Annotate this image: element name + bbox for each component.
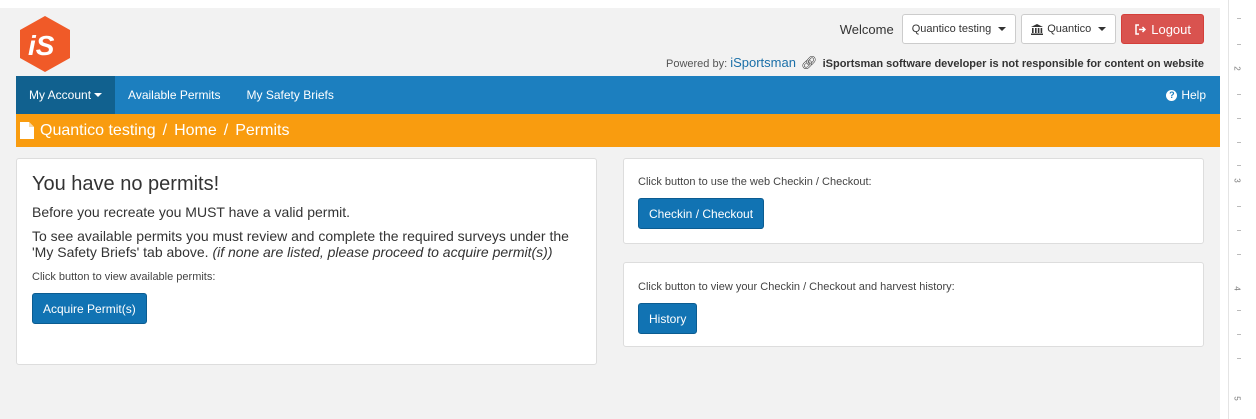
user-controls: Welcome Quantico testing Quantico Logout	[840, 14, 1204, 44]
breadcrumb-separator: /	[162, 121, 168, 139]
bank-icon	[1031, 23, 1044, 35]
caret-down-icon	[94, 93, 103, 97]
help-link[interactable]: ? Help	[1152, 76, 1220, 114]
header: iS Welcome Quantico testing Quantico Log…	[0, 0, 1220, 76]
nav-my-account[interactable]: My Account	[16, 76, 116, 114]
welcome-text: Welcome	[839, 21, 894, 37]
ruler-tick	[1237, 94, 1241, 95]
checkin-panel: Click button to use the web Checkin / Ch…	[623, 158, 1204, 244]
nav-my-safety-briefs[interactable]: My Safety Briefs	[234, 76, 347, 114]
ruler-tick	[1237, 230, 1241, 231]
ruler-number: 2	[1232, 66, 1242, 71]
caret-down-icon	[998, 27, 1007, 31]
ruler-tick	[1237, 18, 1241, 19]
ruler-tick	[1237, 44, 1241, 45]
acquire-permits-button[interactable]: Acquire Permit(s)	[32, 293, 147, 324]
svg-text:iS: iS	[28, 30, 55, 61]
breadcrumb-site[interactable]: Quantico testing	[40, 122, 156, 140]
panel-title: You have no permits!	[32, 173, 220, 195]
logout-label: Logout	[1151, 21, 1191, 37]
permit-required-text: Before you recreate you MUST have a vali…	[32, 204, 351, 220]
no-permits-panel: You have no permits! Before you recreate…	[16, 158, 597, 365]
file-icon	[20, 122, 34, 139]
checkin-instruction: Click button to use the web Checkin / Ch…	[638, 176, 872, 188]
disclaimer-text: iSportsman software developer is not res…	[822, 58, 1204, 70]
site-menu-label: Quantico	[1047, 23, 1092, 35]
checkin-checkout-button[interactable]: Checkin / Checkout	[638, 198, 765, 229]
ruler-tick	[1237, 358, 1241, 359]
vertical-ruler: 2 3 4 5	[1228, 0, 1256, 419]
breadcrumb-separator: /	[223, 121, 229, 139]
caret-down-icon	[1098, 27, 1107, 31]
surveys-instruction: To see available permits you must review…	[32, 228, 581, 260]
user-menu-button[interactable]: Quantico testing	[901, 14, 1017, 44]
ruler-tick	[1237, 310, 1241, 311]
ruler-number: 3	[1232, 178, 1242, 183]
logout-button[interactable]: Logout	[1121, 14, 1204, 44]
nav-my-account-label: My Account	[29, 88, 92, 102]
breadcrumb: Quantico testing / Home / Permits	[16, 114, 1220, 147]
history-instruction: Click button to view your Checkin / Chec…	[638, 281, 955, 293]
breadcrumb-home[interactable]: Home	[174, 122, 217, 140]
question-circle-icon: ?	[1166, 89, 1178, 101]
ruler-tick	[1237, 254, 1241, 255]
nav-available-permits[interactable]: Available Permits	[115, 76, 233, 114]
isportsman-logo[interactable]: iS	[16, 14, 74, 72]
user-menu-label: Quantico testing	[911, 23, 992, 35]
powered-by: Powered by: iSportsman 🔗︎ iSportsman sof…	[666, 55, 1204, 71]
ruler-number: 4	[1232, 286, 1242, 291]
help-label: Help	[1181, 88, 1206, 102]
history-panel: Click button to view your Checkin / Chec…	[623, 262, 1204, 347]
breadcrumb-current: Permits	[235, 121, 290, 139]
logout-icon	[1135, 23, 1147, 35]
ruler-tick	[1237, 118, 1241, 119]
ruler-tick	[1237, 206, 1241, 207]
acquire-instruction: Click button to view available permits:	[32, 271, 216, 283]
ruler-tick	[1237, 142, 1241, 143]
page-ruler: 2 3 4 5	[1220, 0, 1256, 419]
isportsman-link[interactable]: iSportsman	[730, 55, 796, 70]
surveys-note: (if none are listed, please proceed to a…	[212, 244, 553, 260]
history-button[interactable]: History	[638, 303, 698, 334]
ruler-number: 5	[1232, 396, 1242, 401]
site-menu-button[interactable]: Quantico	[1021, 14, 1117, 44]
powered-by-label: Powered by:	[665, 58, 728, 70]
ruler-tick	[1237, 165, 1241, 166]
link-icon: 🔗︎	[801, 55, 818, 70]
main-navbar: My Account Available Permits My Safety B…	[16, 76, 1220, 114]
ruler-tick	[1237, 334, 1241, 335]
